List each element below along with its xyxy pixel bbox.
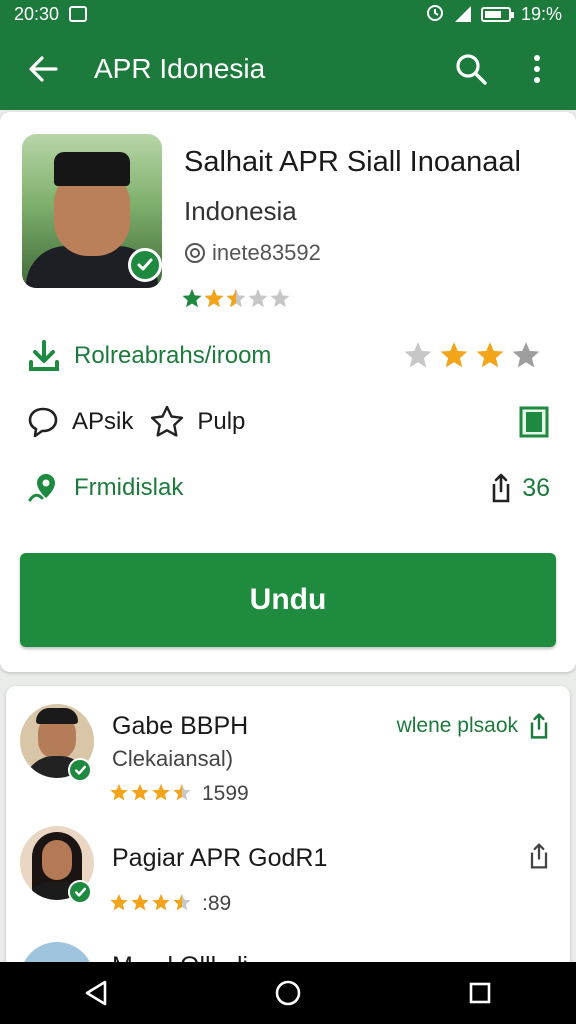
back-button[interactable] <box>20 46 66 92</box>
star-icon <box>270 289 290 308</box>
download-rating-stars <box>404 341 550 371</box>
arrow-left-icon <box>29 56 58 82</box>
profile-name: Salhait APR Siall Inoanaal <box>184 146 521 178</box>
star-filled-icon <box>204 289 224 308</box>
signal-icon <box>454 6 471 22</box>
download-label: Rolreabrahs/iroom <box>74 342 272 369</box>
notification-icon <box>69 6 88 22</box>
app-bar: APR Idonesia <box>0 28 576 110</box>
list-item-rating-text: :89 <box>202 892 232 915</box>
list-item-action[interactable]: wlene plsaok <box>397 712 552 740</box>
triangle-back-icon <box>85 980 107 1006</box>
more-options-button[interactable] <box>514 46 560 92</box>
star-icon <box>512 342 540 368</box>
star-filled-icon <box>110 894 128 911</box>
circle-home-icon <box>275 980 301 1006</box>
list-item-rating: :89 <box>110 892 231 916</box>
star-filled-icon <box>152 784 170 801</box>
comment-button[interactable]: APsik <box>26 405 133 439</box>
related-list-card: Gabe BBPH Clekaiansal) 1599 wlene plsaok… <box>6 686 570 1016</box>
star-filled-icon <box>152 894 170 911</box>
status-bar: 20:30 19:% <box>0 0 576 28</box>
list-item-name: Gabe BBPH <box>112 712 249 740</box>
list-item-rating-text: 1599 <box>202 782 249 805</box>
share-icon <box>530 843 548 869</box>
star-icon <box>248 289 268 308</box>
square-recents-icon <box>469 982 491 1004</box>
list-item-rating: 1599 <box>110 782 249 806</box>
verified-badge-icon <box>128 248 162 282</box>
location-row[interactable]: Frmidislak 36 <box>26 470 550 506</box>
bookmark-button[interactable] <box>518 405 550 439</box>
profile-handle-row: inete83592 <box>184 240 321 266</box>
list-item-subtitle: Clekaiansal) <box>112 746 234 771</box>
favorite-label: Pulp <box>197 408 246 435</box>
book-icon <box>519 406 549 438</box>
star-icon <box>404 342 432 368</box>
search-icon <box>456 54 487 85</box>
nav-recents-button[interactable] <box>450 968 510 1018</box>
nav-home-button[interactable] <box>258 968 318 1018</box>
profile-handle: inete83592 <box>212 240 321 265</box>
star-filled-icon <box>131 894 149 911</box>
actions-row: APsik Pulp <box>26 404 550 440</box>
system-nav-bar <box>0 962 576 1024</box>
share-count-button[interactable]: 36 <box>486 472 550 504</box>
star-icon <box>476 342 504 368</box>
download-row[interactable]: Rolreabrahs/iroom <box>26 338 550 374</box>
search-button[interactable] <box>448 46 494 92</box>
star-filled-icon <box>182 289 202 308</box>
list-item-action-label: wlene plsaok <box>396 714 518 737</box>
verified-badge-icon <box>68 880 92 904</box>
star-icon <box>440 342 468 368</box>
battery-percent: 19:% <box>520 3 562 24</box>
primary-action-button[interactable]: Undu <box>20 553 556 647</box>
star-filled-icon <box>131 784 149 801</box>
profile-rating-stars <box>182 288 292 312</box>
favorite-button[interactable]: Pulp <box>149 404 245 440</box>
comment-icon <box>28 407 58 438</box>
share-icon <box>492 473 510 503</box>
page-title: APR Idonesia <box>94 53 266 84</box>
at-icon <box>185 243 205 263</box>
location-label: Frmidislak <box>74 474 184 501</box>
download-icon <box>29 340 59 371</box>
map-pin-icon <box>28 474 55 502</box>
comment-label: APsik <box>72 408 134 435</box>
share-count: 36 <box>522 473 550 502</box>
verified-badge-icon <box>68 758 92 782</box>
share-icon <box>530 713 548 739</box>
more-vert-icon <box>534 55 540 83</box>
nav-back-button[interactable] <box>66 968 126 1018</box>
battery-icon <box>480 6 514 22</box>
profile-subtitle: Indonesia <box>184 196 297 226</box>
alarm-icon <box>425 2 445 27</box>
list-item-name: Pagiar APR GodR1 <box>112 844 328 872</box>
status-time: 20:30 <box>14 3 60 24</box>
star-outline-icon <box>151 405 184 437</box>
profile-card: Salhait APR Siall Inoanaal Indonesia ine… <box>0 112 576 672</box>
list-item-share-button[interactable] <box>526 842 552 870</box>
star-filled-icon <box>110 784 128 801</box>
